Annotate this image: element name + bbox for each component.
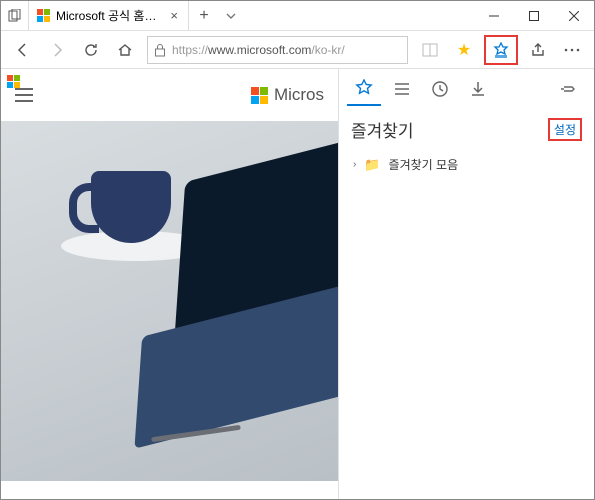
- share-button[interactable]: [522, 34, 554, 66]
- hub-title: 즐겨찾기: [351, 117, 414, 142]
- site-header: Micros: [1, 69, 338, 121]
- new-tab-button[interactable]: +: [189, 1, 219, 30]
- hub-tab-history[interactable]: [423, 72, 457, 106]
- lock-icon: [154, 43, 166, 57]
- favorite-star-button[interactable]: ★: [448, 34, 480, 66]
- hub-pin-button[interactable]: [552, 72, 586, 106]
- tab-microsoft[interactable]: Microsoft 공식 홈페이지 ×: [29, 1, 189, 30]
- refresh-button[interactable]: [75, 34, 107, 66]
- url-text: https://www.microsoft.com/ko-kr/: [172, 43, 345, 57]
- titlebar: Microsoft 공식 홈페이지 × +: [1, 1, 594, 31]
- chevron-right-icon: ›: [353, 159, 356, 170]
- site-logo[interactable]: Micros: [251, 85, 324, 105]
- hub-tabs: [339, 69, 594, 109]
- ms-logo-icon: [7, 75, 20, 88]
- close-window-button[interactable]: [554, 1, 594, 30]
- hub-title-row: 즐겨찾기 설정: [339, 109, 594, 152]
- hub-tab-reading-list[interactable]: [385, 72, 419, 106]
- tab-title: Microsoft 공식 홈페이지: [56, 7, 162, 24]
- favorites-settings-link[interactable]: 설정: [548, 118, 582, 141]
- folder-label: 즐겨찾기 모음: [389, 156, 459, 173]
- favorites-bar-folder[interactable]: › 📁 즐겨찾기 모음: [339, 152, 594, 177]
- menu-button[interactable]: [15, 88, 35, 102]
- hub-tab-favorites[interactable]: [347, 72, 381, 106]
- hub-button[interactable]: [484, 35, 518, 65]
- minimize-button[interactable]: [474, 1, 514, 30]
- content-area: Micros: [1, 69, 594, 499]
- back-button[interactable]: [7, 34, 39, 66]
- reading-view-button[interactable]: [414, 34, 446, 66]
- folder-icon: 📁: [364, 157, 380, 173]
- hero-image: [1, 121, 338, 481]
- hub-panel: 즐겨찾기 설정 › 📁 즐겨찾기 모음: [338, 69, 594, 499]
- window-controls: [474, 1, 594, 30]
- tab-close-button[interactable]: ×: [168, 8, 180, 23]
- tab-strip: Microsoft 공식 홈페이지 × +: [1, 1, 474, 30]
- hub-tab-downloads[interactable]: [461, 72, 495, 106]
- home-button[interactable]: [109, 34, 141, 66]
- toolbar: https://www.microsoft.com/ko-kr/ ★: [1, 31, 594, 69]
- tabs-aside-button[interactable]: [1, 1, 29, 30]
- address-bar[interactable]: https://www.microsoft.com/ko-kr/: [147, 36, 408, 64]
- maximize-button[interactable]: [514, 1, 554, 30]
- brand-text: Micros: [274, 85, 324, 105]
- forward-button[interactable]: [41, 34, 73, 66]
- webpage: Micros: [1, 69, 338, 499]
- new-tab-menu-button[interactable]: [219, 1, 243, 30]
- favicon-icon: [37, 9, 50, 22]
- more-button[interactable]: [556, 34, 588, 66]
